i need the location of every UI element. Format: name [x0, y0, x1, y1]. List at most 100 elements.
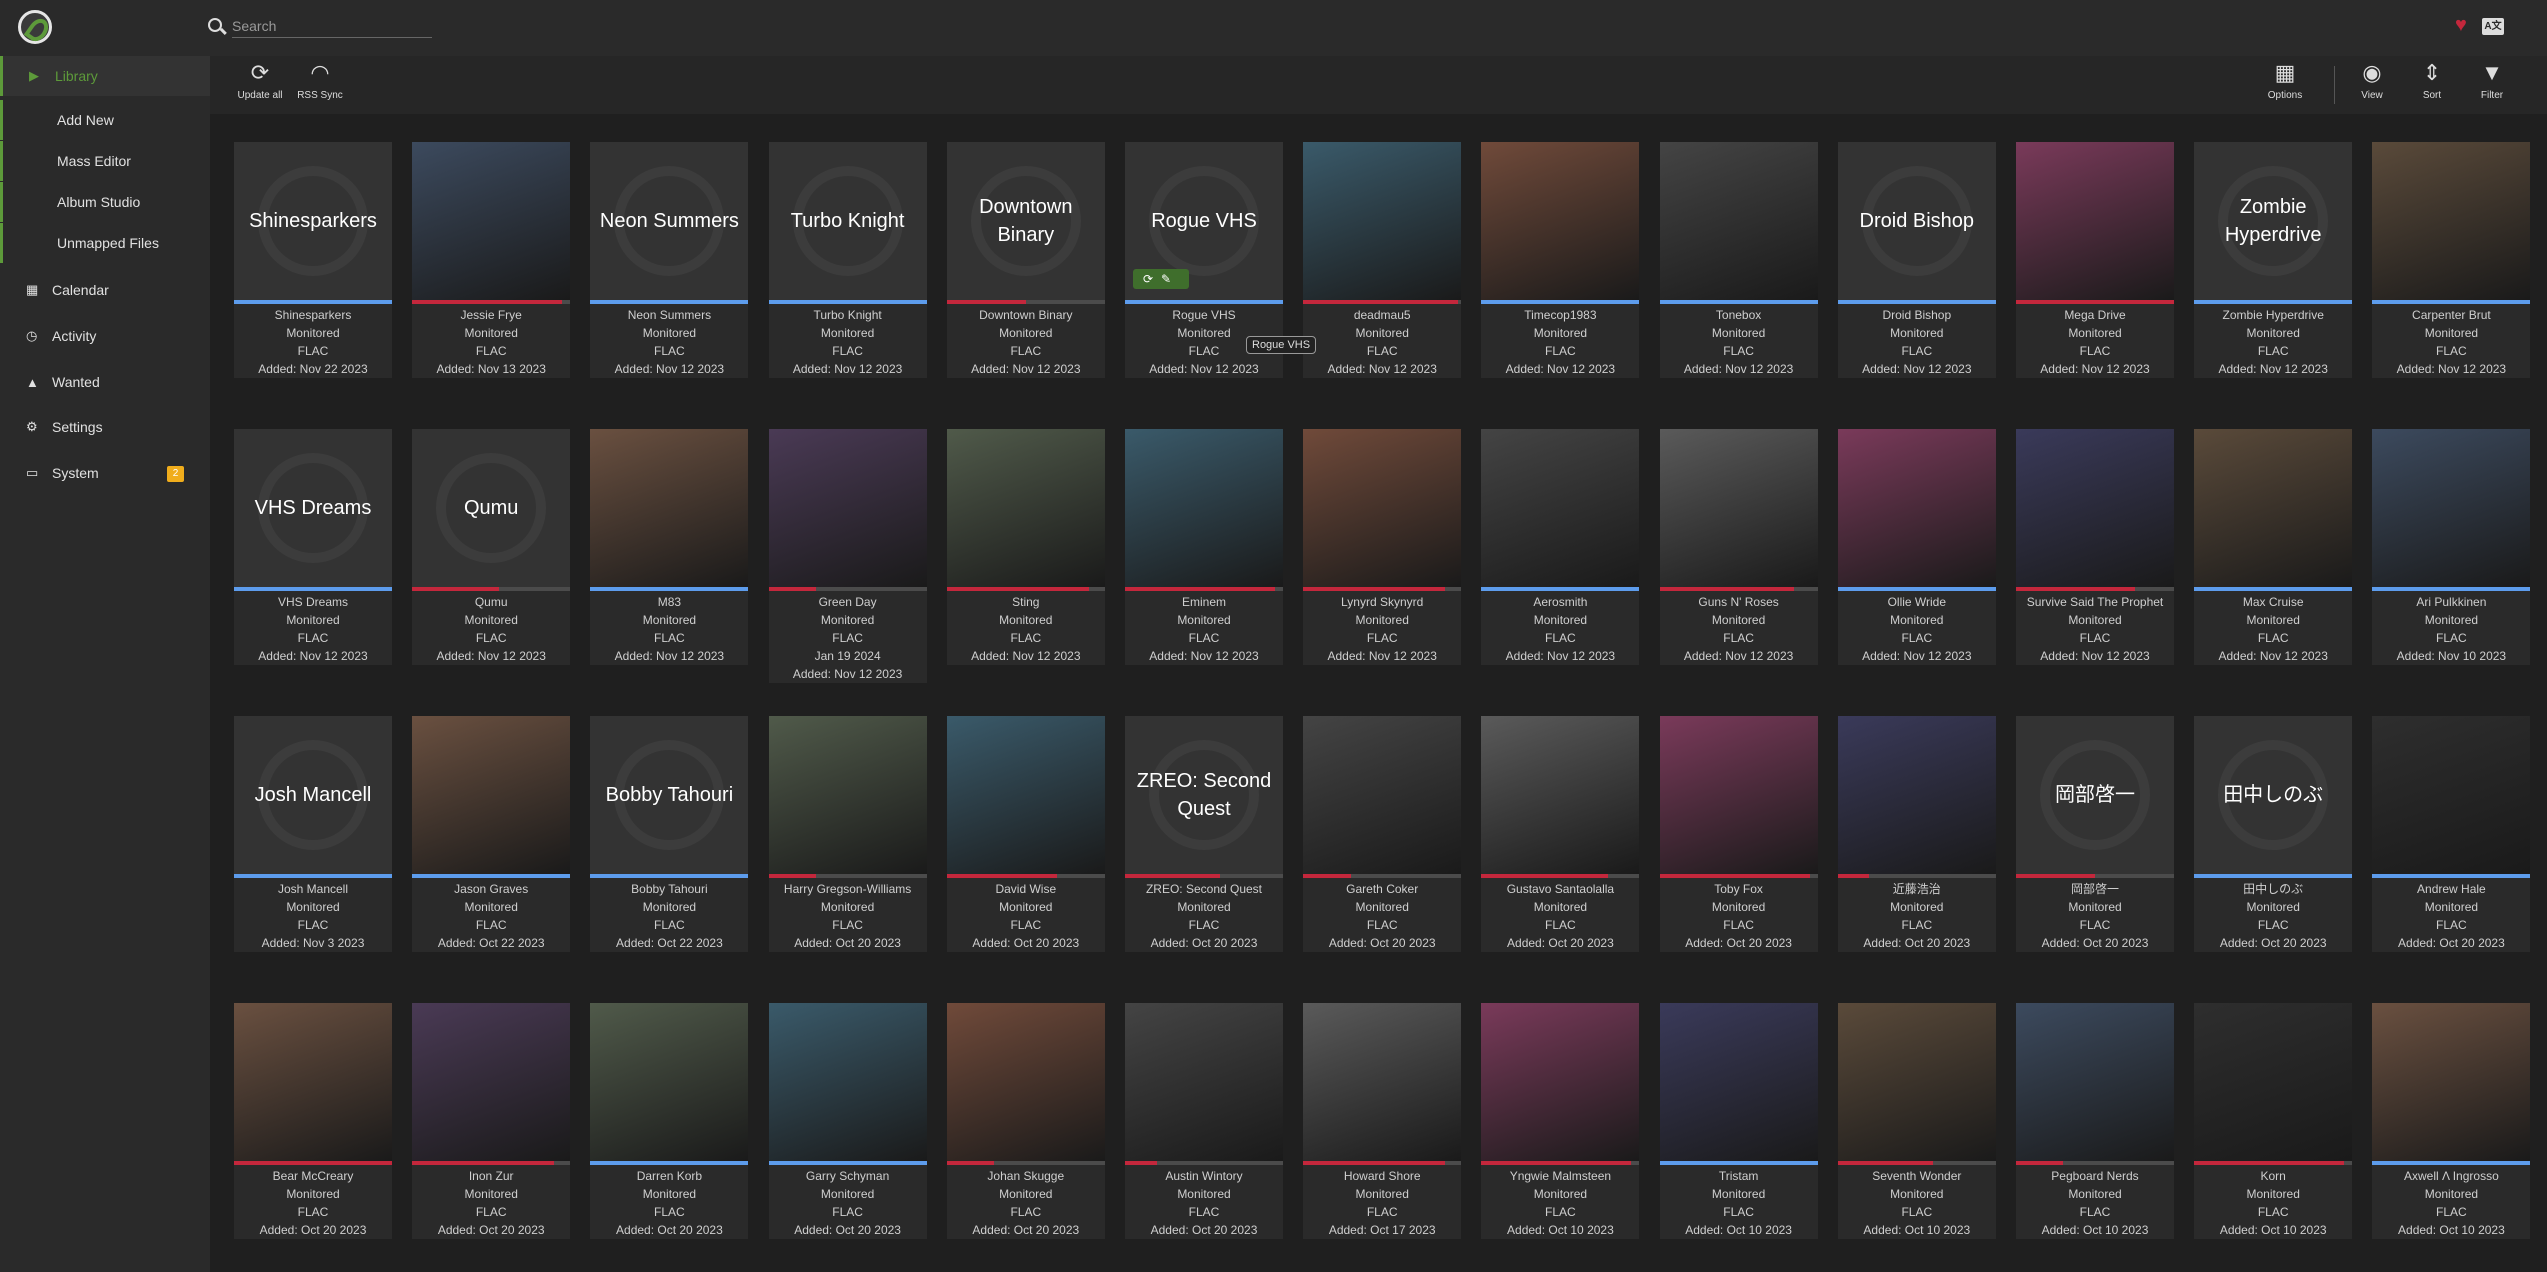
artist-poster[interactable]: [1659, 1003, 1818, 1161]
artist-name[interactable]: Zombie Hyperdrive: [2194, 306, 2352, 324]
artist-name[interactable]: Tonebox: [1660, 306, 1818, 324]
artist-name[interactable]: Inon Zur: [412, 1167, 570, 1185]
artist-poster[interactable]: [2372, 429, 2531, 587]
artist-poster[interactable]: [2194, 429, 2353, 587]
sidebar-item-settings[interactable]: ⚙ Settings: [0, 407, 210, 447]
artist-name[interactable]: Downtown Binary: [947, 306, 1105, 324]
artist-poster[interactable]: [412, 1003, 571, 1161]
artist-name[interactable]: Yngwie Malmsteen: [1481, 1167, 1639, 1185]
artist-name[interactable]: Gustavo Santaolalla: [1481, 880, 1639, 898]
options-button[interactable]: ▦ Options: [2260, 56, 2310, 114]
artist-poster[interactable]: [1837, 429, 1996, 587]
artist-poster[interactable]: ZREO: Second Quest: [1125, 716, 1283, 874]
artist-name[interactable]: Green Day: [769, 593, 927, 611]
artist-name[interactable]: Gareth Coker: [1303, 880, 1461, 898]
refresh-icon[interactable]: ⟳: [1143, 272, 1161, 286]
artist-poster[interactable]: [946, 429, 1105, 587]
artist-name[interactable]: 田中しのぶ: [2194, 880, 2352, 898]
artist-name[interactable]: Lynyrd Skynyrd: [1303, 593, 1461, 611]
sidebar-item-add-new[interactable]: Add New: [0, 100, 210, 140]
artist-poster[interactable]: [1481, 429, 1640, 587]
artist-name[interactable]: Qumu: [412, 593, 570, 611]
artist-poster[interactable]: [768, 1003, 927, 1161]
artist-name[interactable]: Seventh Wonder: [1838, 1167, 1996, 1185]
sidebar-item-system[interactable]: ▭ System 2: [0, 453, 210, 493]
artist-name[interactable]: Jason Graves: [412, 880, 570, 898]
artist-poster[interactable]: [1303, 142, 1462, 300]
artist-name[interactable]: Tristam: [1660, 1167, 1818, 1185]
view-menu-button[interactable]: ◉ View: [2350, 56, 2394, 114]
artist-name[interactable]: Bobby Tahouri: [590, 880, 748, 898]
artist-poster[interactable]: [1481, 142, 1640, 300]
artist-name[interactable]: Pegboard Nerds: [2016, 1167, 2174, 1185]
artist-poster[interactable]: [1481, 716, 1640, 874]
artist-name[interactable]: VHS Dreams: [234, 593, 392, 611]
artist-name[interactable]: Korn: [2194, 1167, 2352, 1185]
artist-poster[interactable]: [2016, 142, 2174, 300]
artist-poster[interactable]: [946, 716, 1105, 874]
artist-name[interactable]: Survive Said The Prophet: [2016, 593, 2174, 611]
artist-poster[interactable]: Neon Summers: [590, 142, 749, 300]
artist-poster[interactable]: [1659, 429, 1818, 587]
filter-menu-button[interactable]: ▼ Filter: [2470, 56, 2514, 114]
artist-poster[interactable]: [1659, 716, 1818, 874]
sidebar-item-library[interactable]: ▶ Library: [0, 56, 210, 96]
artist-name[interactable]: Droid Bishop: [1838, 306, 1996, 324]
translate-icon[interactable]: A文: [2482, 18, 2504, 35]
sidebar-item-wanted[interactable]: ▲ Wanted: [0, 362, 210, 402]
artist-name[interactable]: Aerosmith: [1481, 593, 1639, 611]
artist-name[interactable]: Austin Wintory: [1125, 1167, 1283, 1185]
artist-name[interactable]: Max Cruise: [2194, 593, 2352, 611]
artist-poster[interactable]: [768, 716, 927, 874]
artist-poster[interactable]: [1837, 1003, 1996, 1161]
artist-poster[interactable]: [946, 1003, 1105, 1161]
sidebar-item-activity[interactable]: ◷ Activity: [0, 316, 210, 356]
artist-poster[interactable]: [2372, 142, 2531, 300]
sidebar-item-calendar[interactable]: ▦ Calendar: [0, 270, 210, 310]
artist-poster[interactable]: [1303, 429, 1462, 587]
artist-poster[interactable]: Bobby Tahouri: [590, 716, 749, 874]
artist-name[interactable]: Neon Summers: [590, 306, 748, 324]
wrench-icon[interactable]: ✎: [1161, 272, 1179, 286]
artist-name[interactable]: 近藤浩治: [1838, 880, 1996, 898]
artist-name[interactable]: deadmau5: [1303, 306, 1461, 324]
artist-poster[interactable]: [590, 1003, 749, 1161]
card-action-buttons[interactable]: ⟳✎: [1133, 269, 1189, 289]
artist-poster[interactable]: [2194, 1003, 2353, 1161]
artist-poster[interactable]: Turbo Knight: [768, 142, 927, 300]
artist-name[interactable]: Howard Shore: [1303, 1167, 1461, 1185]
update-all-button[interactable]: ⟳ Update all: [234, 56, 286, 114]
artist-poster[interactable]: Downtown Binary: [946, 142, 1105, 300]
search-input[interactable]: [232, 14, 432, 38]
lidarr-logo-icon[interactable]: [18, 10, 52, 44]
artist-poster[interactable]: Josh Mancell: [234, 716, 392, 874]
artist-name[interactable]: ZREO: Second Quest: [1125, 880, 1283, 898]
artist-name[interactable]: Harry Gregson-Williams: [769, 880, 927, 898]
artist-poster[interactable]: [590, 429, 749, 587]
artist-poster[interactable]: [1125, 1003, 1283, 1161]
artist-poster[interactable]: [412, 142, 571, 300]
rss-sync-button[interactable]: ◠ RSS Sync: [294, 56, 346, 114]
artist-name[interactable]: Ari Pulkkinen: [2372, 593, 2530, 611]
artist-poster[interactable]: [234, 1003, 392, 1161]
artist-poster[interactable]: [1837, 716, 1996, 874]
sidebar-item-mass-editor[interactable]: Mass Editor: [0, 141, 210, 181]
artist-name[interactable]: Guns N' Roses: [1660, 593, 1818, 611]
artist-name[interactable]: Timecop1983: [1481, 306, 1639, 324]
artist-name[interactable]: Jessie Frye: [412, 306, 570, 324]
artist-poster[interactable]: Zombie Hyperdrive: [2194, 142, 2353, 300]
artist-name[interactable]: Rogue VHS: [1125, 306, 1283, 324]
artist-name[interactable]: Garry Schyman: [769, 1167, 927, 1185]
artist-poster[interactable]: [2372, 716, 2531, 874]
artist-name[interactable]: Axwell Λ Ingrosso: [2372, 1167, 2530, 1185]
artist-poster[interactable]: [1125, 429, 1283, 587]
artist-name[interactable]: Andrew Hale: [2372, 880, 2530, 898]
artist-name[interactable]: Johan Skugge: [947, 1167, 1105, 1185]
artist-name[interactable]: Josh Mancell: [234, 880, 392, 898]
artist-poster[interactable]: VHS Dreams: [234, 429, 392, 587]
artist-name[interactable]: Darren Korb: [590, 1167, 748, 1185]
artist-name[interactable]: Mega Drive: [2016, 306, 2174, 324]
artist-name[interactable]: Carpenter Brut: [2372, 306, 2530, 324]
heart-icon[interactable]: ♥: [2455, 14, 2467, 37]
artist-poster[interactable]: [768, 429, 927, 587]
